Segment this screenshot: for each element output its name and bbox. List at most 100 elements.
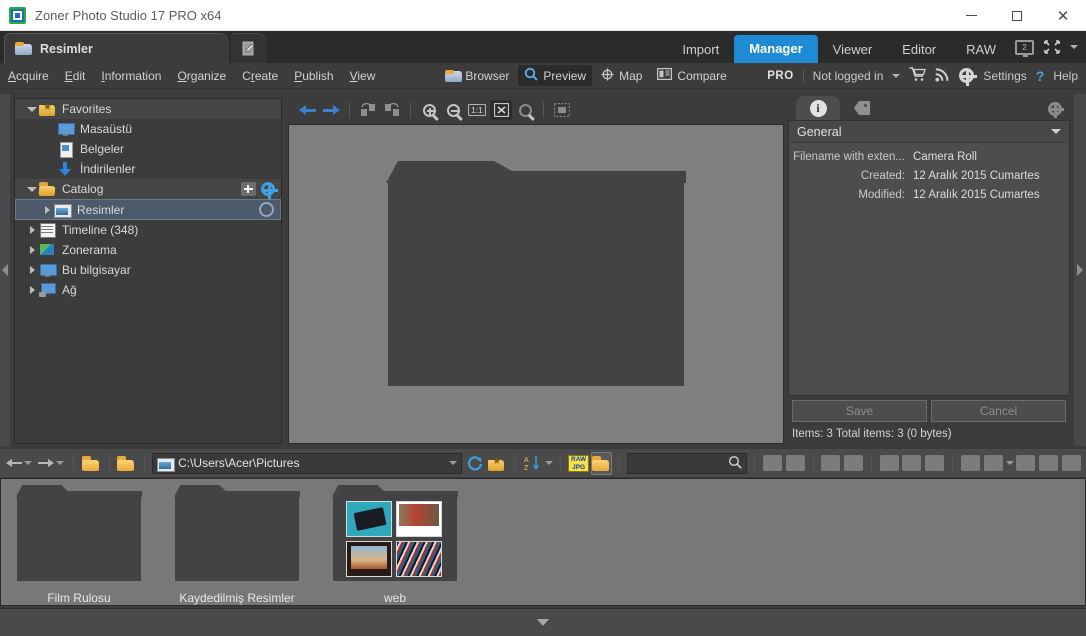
gear-icon[interactable] [959, 68, 978, 86]
close-button[interactable]: ✕ [1040, 0, 1086, 31]
print-icon[interactable] [820, 452, 841, 475]
left-panel-collapse-handle[interactable] [0, 94, 10, 446]
question-mark-icon[interactable]: ? [1036, 68, 1045, 84]
nav-forward-icon[interactable] [36, 458, 66, 469]
info-section-header[interactable]: General [789, 121, 1069, 143]
new-folder-icon[interactable] [116, 452, 137, 475]
forward-arrow-icon[interactable] [320, 100, 342, 120]
rotate-right-icon[interactable] [785, 452, 806, 475]
sidebar-item-indirilenler[interactable]: İndirilenler [15, 159, 281, 179]
rotate-left-icon[interactable] [762, 452, 783, 475]
view-mode-browser[interactable]: Browser [439, 67, 515, 85]
expander-right-icon[interactable] [40, 205, 54, 214]
filter-folder-icon[interactable] [591, 451, 613, 475]
chevron-down-icon[interactable] [1005, 461, 1014, 465]
info-field-value[interactable]: Camera Roll [913, 148, 977, 167]
expander-right-icon[interactable] [25, 266, 39, 274]
fullscreen-icon[interactable] [1044, 40, 1060, 54]
archive-icon[interactable] [924, 452, 945, 475]
add-favorite-icon[interactable] [487, 452, 508, 475]
info-field-value[interactable]: 12 Aralık 2015 Cumartes [913, 167, 1040, 186]
settings-label[interactable]: Settings [983, 69, 1026, 83]
cancel-button[interactable]: Cancel [931, 400, 1066, 422]
view-mode-map[interactable]: Map [595, 66, 648, 86]
expander-right-icon[interactable] [25, 246, 39, 254]
info-tab[interactable]: i [796, 96, 840, 120]
menu-edit[interactable]: Edit [57, 69, 94, 83]
view-mode-compare[interactable]: Compare [651, 66, 732, 85]
expander-right-icon[interactable] [25, 226, 39, 234]
chevron-down-icon[interactable] [537, 619, 549, 626]
chevron-down-icon[interactable] [892, 73, 901, 78]
rawjpg-filter-icon[interactable]: RAW JPG [568, 452, 590, 475]
thumbnail-item[interactable]: Film Rulosu [11, 485, 147, 605]
right-panel-collapse-handle[interactable] [1074, 94, 1086, 446]
edit-note-icon[interactable] [231, 33, 267, 63]
path-field[interactable]: C:\Users\Acer\Pictures [152, 452, 463, 474]
sidebar-item-bu-bilgisayar[interactable]: Bu bilgisayar [15, 260, 281, 280]
mode-tab-import[interactable]: Import [667, 37, 734, 63]
wallpaper-icon[interactable] [1038, 452, 1059, 475]
rss-icon[interactable] [935, 67, 950, 85]
sidebar-item-zonerama[interactable]: Zonerama [15, 240, 281, 260]
sidebar-item-belgeler[interactable]: Belgeler [15, 139, 281, 159]
publish-icon[interactable] [960, 452, 981, 475]
maximize-button[interactable] [994, 0, 1040, 31]
panel-gear-icon[interactable] [1048, 102, 1064, 118]
add-folder-icon[interactable] [241, 182, 256, 196]
sidebar-item-resimler[interactable]: Resimler [15, 199, 281, 220]
thumbnail-grid-icon[interactable] [551, 100, 573, 120]
sidebar-item-ag[interactable]: Ağ [15, 280, 281, 300]
batch-icon[interactable] [1061, 452, 1082, 475]
info-field-value[interactable]: 12 Aralık 2015 Cumartes [913, 186, 1040, 205]
sidebar-item-favorites[interactable]: Favorites [15, 99, 281, 119]
zoom-area-icon[interactable] [514, 100, 536, 120]
rotate-right-icon[interactable] [381, 100, 403, 120]
expander-down-icon[interactable] [25, 186, 39, 192]
zoom-100-icon[interactable]: 1:1 [466, 100, 488, 120]
monitor-icon[interactable]: 2 [1015, 39, 1034, 57]
minimize-button[interactable] [948, 0, 994, 31]
document-tab-resimler[interactable]: Resimler [4, 33, 229, 63]
email-icon[interactable] [843, 452, 864, 475]
zoom-in-icon[interactable] [418, 100, 440, 120]
sort-az-icon[interactable]: A Z [523, 452, 544, 475]
view-mode-preview[interactable]: Preview [518, 65, 593, 86]
catalog-settings-gear-icon[interactable] [261, 182, 278, 199]
contact-sheet-icon[interactable] [879, 452, 900, 475]
chevron-down-icon[interactable] [1070, 45, 1078, 49]
expander-right-icon[interactable] [25, 286, 39, 294]
copy-icon[interactable] [902, 452, 923, 475]
sync-icon[interactable] [259, 202, 274, 217]
menu-organize[interactable]: Organize [169, 69, 234, 83]
help-label[interactable]: Help [1053, 69, 1078, 83]
back-arrow-icon[interactable] [296, 100, 318, 120]
mode-tab-editor[interactable]: Editor [887, 37, 951, 63]
mode-tab-viewer[interactable]: Viewer [818, 37, 888, 63]
sidebar-item-masaustu[interactable]: Masaüstü [15, 119, 281, 139]
mode-tab-manager[interactable]: Manager [734, 35, 818, 63]
zoom-out-icon[interactable] [442, 100, 464, 120]
cart-icon[interactable] [909, 66, 927, 85]
mode-tab-raw[interactable]: RAW [951, 37, 1011, 63]
menu-acquire[interactable]: Acquire [0, 69, 57, 83]
menu-publish[interactable]: Publish [286, 69, 341, 83]
sidebar-item-timeline[interactable]: Timeline (348) [15, 220, 281, 240]
login-status-label[interactable]: Not logged in [813, 69, 884, 83]
preview-canvas[interactable] [288, 124, 784, 444]
menu-view[interactable]: View [342, 69, 384, 83]
thumbnail-item[interactable]: Kaydedilmiş Resimler [169, 485, 305, 605]
expander-down-icon[interactable] [25, 106, 39, 112]
nav-back-icon[interactable] [4, 458, 34, 469]
up-folder-icon[interactable] [81, 452, 102, 475]
search-input[interactable] [627, 452, 748, 474]
fit-to-window-icon[interactable] [490, 100, 512, 120]
rotate-left-icon[interactable] [357, 100, 379, 120]
sidebar-item-catalog[interactable]: Catalog [15, 179, 281, 199]
chevron-down-icon[interactable] [545, 461, 554, 465]
thumbnail-item[interactable]: web [327, 485, 463, 605]
menu-information[interactable]: Information [93, 69, 169, 83]
thumbnail-strip[interactable]: Film Rulosu Kaydedilmiş Resimler web [0, 478, 1086, 606]
refresh-icon[interactable] [464, 452, 485, 475]
chevron-down-icon[interactable] [449, 461, 458, 465]
